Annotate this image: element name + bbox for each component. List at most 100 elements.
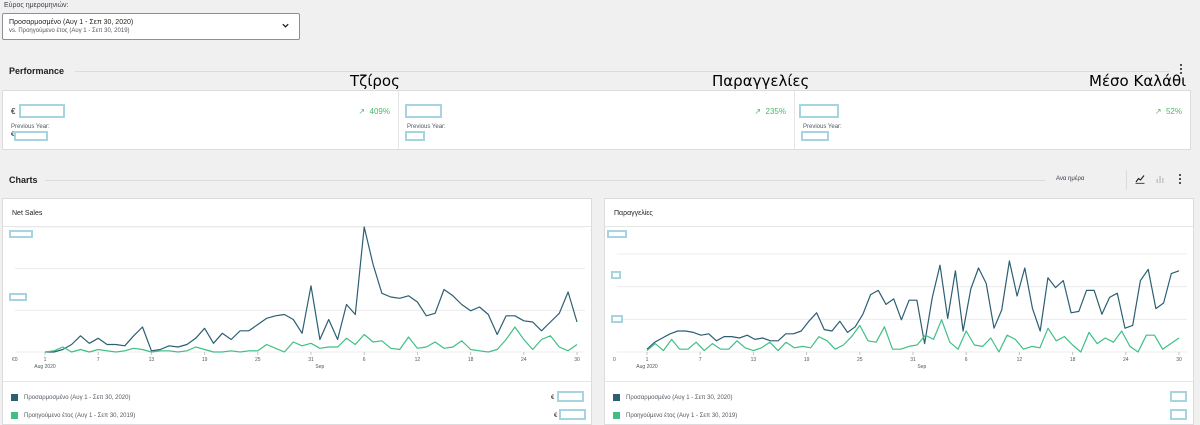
orders-chart-panel: Παραγγελίες 0 1 7 13 19 25 31 6 12 18 24 30 Aug 2020…: [604, 198, 1194, 425]
charts-divider: [45, 180, 1045, 181]
redacted-y-tick: [9, 230, 33, 238]
x-tick-label: 25: [857, 357, 863, 363]
redacted-previous-value: [405, 131, 425, 141]
x-tick-label: 30: [1176, 357, 1182, 363]
previous-year-label: Previous Year:: [11, 124, 50, 130]
x-tick-label: 1: [44, 357, 47, 363]
redacted-y-tick: [611, 315, 623, 323]
x-tick-label: 13: [751, 357, 757, 363]
legend-item-current[interactable]: Προσαρμοσμένο (Αυγ 1 - Σεπ 30, 2020): [613, 394, 732, 401]
y-tick-label: €0: [12, 357, 18, 363]
arrow-up-right-icon: ↗: [358, 107, 366, 116]
delta-badge: ↗ 235%: [754, 107, 786, 116]
legend-item-previous[interactable]: Προηγούμενο έτος (Αυγ 1 - Σεπ 30, 2019): [613, 412, 737, 419]
net-sales-line-chart: €0 1 7 13 19 25 31 6 12 18 24 30 Aug 2020 Sep: [12, 226, 585, 370]
overlay-avg-basket-label: Μέσο Καλάθι: [1089, 72, 1187, 90]
x-tick-label: 12: [415, 357, 421, 363]
series-previous-line: [44, 326, 578, 353]
redacted-legend-value: [559, 409, 586, 420]
y-tick-label: 0: [613, 357, 616, 363]
date-range-secondary: vs. Προηγούμενο έτος (Αυγ 1 - Σεπ 30, 20…: [9, 28, 130, 34]
redacted-previous-value: [801, 131, 829, 141]
delta-badge: ↗ 409%: [358, 107, 390, 116]
month-label: Sep: [917, 364, 926, 370]
x-tick-label: 24: [521, 357, 527, 363]
x-tick-label: 12: [1017, 357, 1023, 363]
arrow-up-right-icon: ↗: [754, 107, 762, 116]
redacted-legend-value: [1170, 409, 1187, 420]
delta-value: 409%: [369, 107, 390, 116]
performance-title: Performance: [9, 66, 65, 76]
legend-label: Προσαρμοσμένο (Αυγ 1 - Σεπ 30, 2020): [24, 394, 131, 401]
x-tick-label: 13: [149, 357, 155, 363]
legend-divider: [3, 381, 591, 382]
interval-select[interactable]: Ανα ημέρα: [1056, 176, 1084, 182]
x-tick-label: 24: [1123, 357, 1129, 363]
toolbar-separator: [1126, 170, 1127, 190]
x-tick-label: 7: [699, 357, 702, 363]
legend-item-previous[interactable]: Προηγούμενο έτος (Αυγ 1 - Σεπ 30, 2019): [11, 412, 135, 419]
legend-label: Προσαρμοσμένο (Αυγ 1 - Σεπ 30, 2020): [626, 394, 733, 401]
x-tick-label: 19: [202, 357, 208, 363]
bar-chart-icon[interactable]: [1155, 174, 1165, 184]
performance-cards: € ↗ 409% Previous Year: € ↗ 235% Previou…: [2, 90, 1191, 150]
redacted-y-tick: [607, 230, 627, 238]
x-tick-label: 31: [308, 357, 314, 363]
month-label: Aug 2020: [636, 364, 658, 370]
redacted-value: [405, 104, 442, 118]
legend-currency: €: [554, 413, 558, 419]
date-range-label: Εύρος ημερομηνιών:: [4, 2, 69, 9]
redacted-y-tick: [611, 271, 621, 279]
legend-currency: €: [551, 395, 555, 401]
previous-year-label: Previous Year:: [407, 124, 446, 130]
x-tick-label: 18: [1070, 357, 1076, 363]
net-sales-chart-panel: Net Sales €0 1 7 13 19 25 31 6 12 18 24 30 Aug 2020 S…: [2, 198, 592, 425]
x-tick-label: 6: [965, 357, 968, 363]
delta-value: 235%: [765, 107, 786, 116]
orders-line-chart: 0 1 7 13 19 25 31 6 12 18 24 30 Aug 2020 Sep: [613, 253, 1187, 370]
chevron-down-icon: [282, 23, 289, 28]
legend-divider: [605, 381, 1193, 382]
delta-value: 52%: [1165, 107, 1182, 116]
legend-swatch: [613, 394, 620, 401]
month-label: Aug 2020: [34, 364, 56, 370]
redacted-value: [799, 104, 839, 118]
x-tick-label: 6: [363, 357, 366, 363]
performance-card-orders[interactable]: ↗ 235% Previous Year:: [399, 91, 795, 149]
legend-swatch: [613, 412, 620, 419]
x-tick-label: 31: [910, 357, 916, 363]
redacted-legend-value: [1170, 391, 1187, 402]
x-tick-label: 1: [646, 357, 649, 363]
overlay-revenue-label: Τζίρος: [350, 72, 400, 90]
series-current-line: [45, 226, 578, 353]
legend-label: Προηγούμενο έτος (Αυγ 1 - Σεπ 30, 2019): [24, 412, 136, 419]
x-tick-label: 25: [255, 357, 261, 363]
currency-symbol: €: [11, 107, 16, 116]
charts-menu-kebab-icon[interactable]: [1178, 174, 1182, 186]
x-tick-label: 19: [804, 357, 810, 363]
overlay-orders-label: Παραγγελίες: [712, 72, 810, 90]
x-tick-label: 18: [468, 357, 474, 363]
legend-swatch: [11, 394, 18, 401]
delta-badge: ↗ 52%: [1155, 107, 1182, 116]
charts-title: Charts: [9, 175, 38, 185]
redacted-y-tick: [9, 293, 27, 301]
performance-divider: [75, 71, 1170, 72]
previous-year-label: Previous Year:: [803, 124, 842, 130]
arrow-up-right-icon: ↗: [1154, 107, 1162, 116]
legend-swatch: [11, 412, 18, 419]
x-tick-label: 7: [97, 357, 100, 363]
line-chart-icon[interactable]: [1135, 174, 1145, 184]
date-range-select[interactable]: Προσαρμοσμένο (Αυγ 1 - Σεπ 30, 2020) vs.…: [2, 13, 300, 40]
legend-label: Προηγούμενο έτος (Αυγ 1 - Σεπ 30, 2019): [626, 412, 738, 419]
date-range-primary: Προσαρμοσμένο (Αυγ 1 - Σεπ 30, 2020): [9, 19, 134, 26]
x-tick-label: 30: [574, 357, 580, 363]
redacted-value: [19, 104, 65, 118]
performance-card-revenue[interactable]: € ↗ 409% Previous Year: €: [3, 91, 399, 149]
redacted-legend-value: [557, 391, 584, 402]
legend-item-current[interactable]: Προσαρμοσμένο (Αυγ 1 - Σεπ 30, 2020): [11, 394, 130, 401]
redacted-previous-value: [14, 131, 48, 141]
series-current-line: [646, 260, 1180, 350]
performance-card-avg-basket[interactable]: ↗ 52% Previous Year:: [795, 91, 1190, 149]
month-label: Sep: [315, 364, 324, 370]
